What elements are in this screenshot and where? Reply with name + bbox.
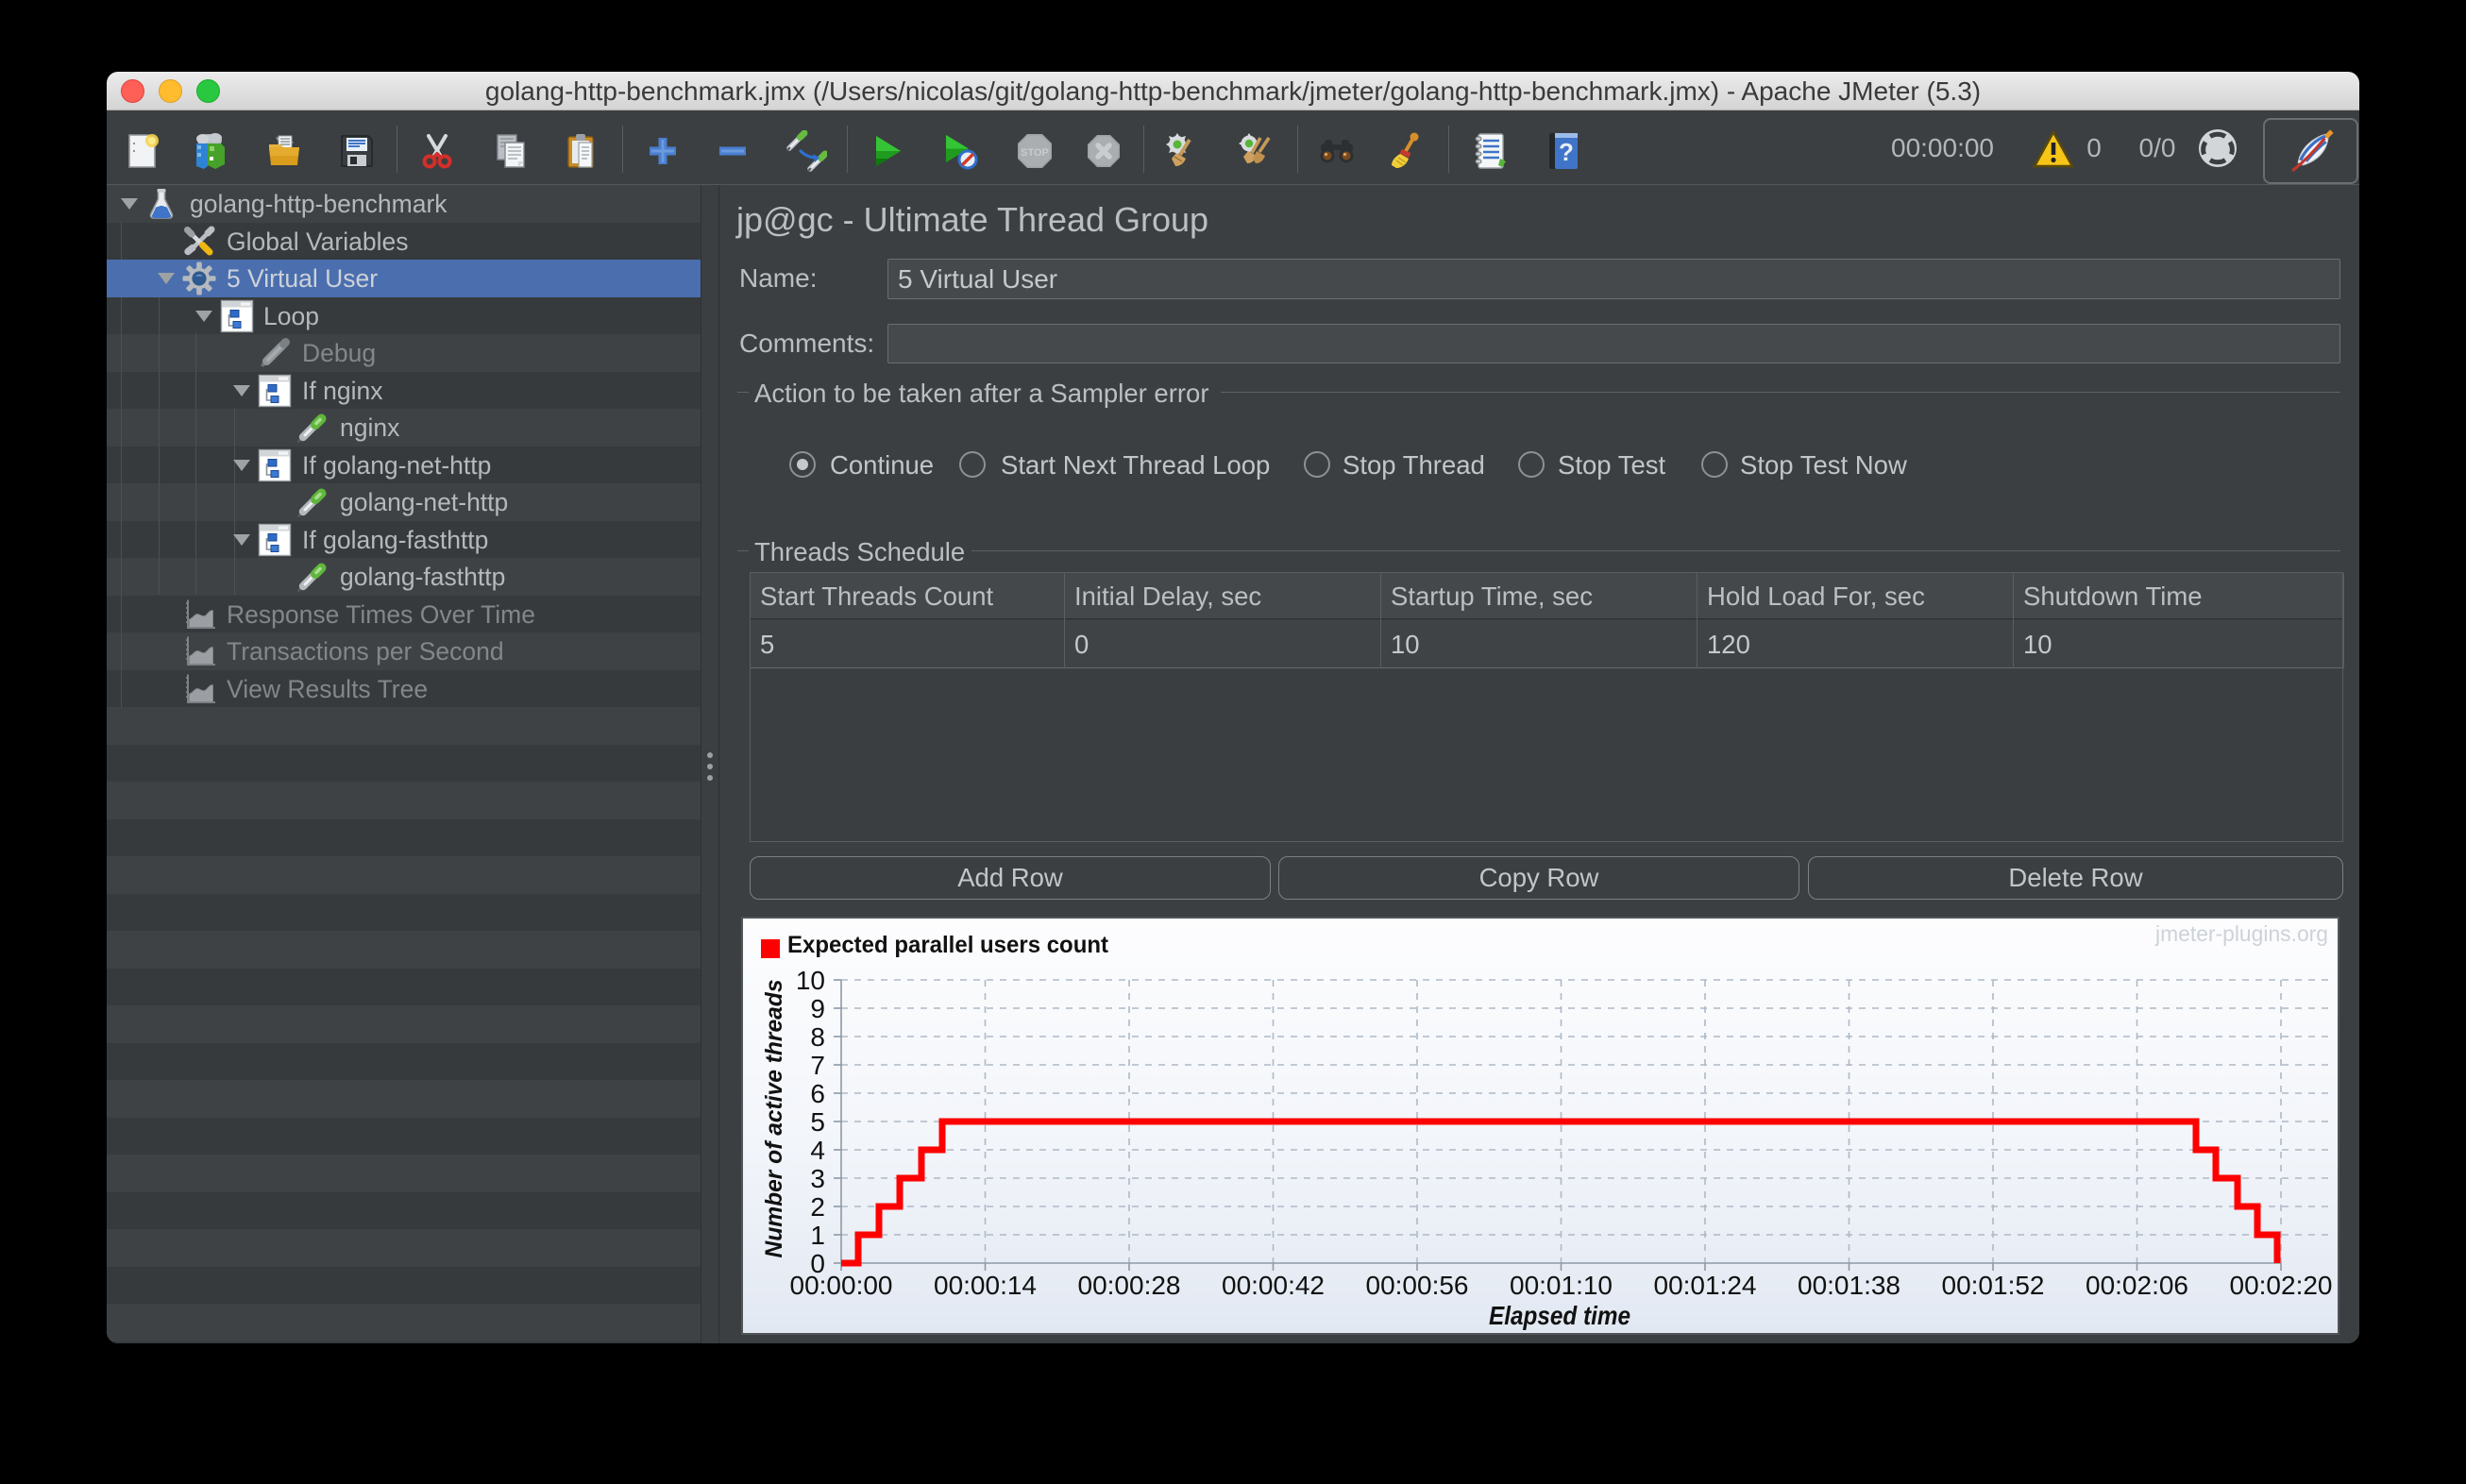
svg-text:7: 7	[810, 1051, 825, 1080]
svg-text:jmeter-plugins.org: jmeter-plugins.org	[2154, 921, 2328, 946]
svg-text:STOP: STOP	[1021, 147, 1049, 159]
svg-text:4: 4	[810, 1136, 825, 1165]
svg-text:Elapsed time: Elapsed time	[1489, 1301, 1630, 1330]
svg-text:5: 5	[810, 1107, 825, 1137]
svg-text:?: ?	[1559, 138, 1574, 166]
svg-text:00:01:24: 00:01:24	[1654, 1271, 1757, 1300]
svg-text:00:02:06: 00:02:06	[2086, 1271, 2188, 1300]
svg-text:00:01:38: 00:01:38	[1798, 1271, 1900, 1300]
svg-text:00:00:42: 00:00:42	[1222, 1271, 1325, 1300]
svg-text:00:00:14: 00:00:14	[934, 1271, 1037, 1300]
svg-text:00:00:00: 00:00:00	[790, 1271, 893, 1300]
svg-text:00:01:52: 00:01:52	[1942, 1271, 2045, 1300]
svg-text:8: 8	[810, 1022, 825, 1052]
svg-text:9: 9	[810, 994, 825, 1023]
svg-text:00:00:28: 00:00:28	[1078, 1271, 1181, 1300]
svg-text:00:02:20: 00:02:20	[2230, 1271, 2333, 1300]
svg-text:1: 1	[810, 1221, 825, 1250]
svg-text:6: 6	[810, 1079, 825, 1108]
svg-text:00:00:56: 00:00:56	[1366, 1271, 1469, 1300]
svg-text:3: 3	[810, 1164, 825, 1193]
svg-text:00:01:10: 00:01:10	[1510, 1271, 1613, 1300]
svg-text:Expected parallel users count: Expected parallel users count	[787, 932, 1109, 958]
svg-text:10: 10	[796, 966, 825, 995]
svg-text:Number of active threads: Number of active threads	[761, 979, 787, 1257]
svg-text:2: 2	[810, 1192, 825, 1222]
